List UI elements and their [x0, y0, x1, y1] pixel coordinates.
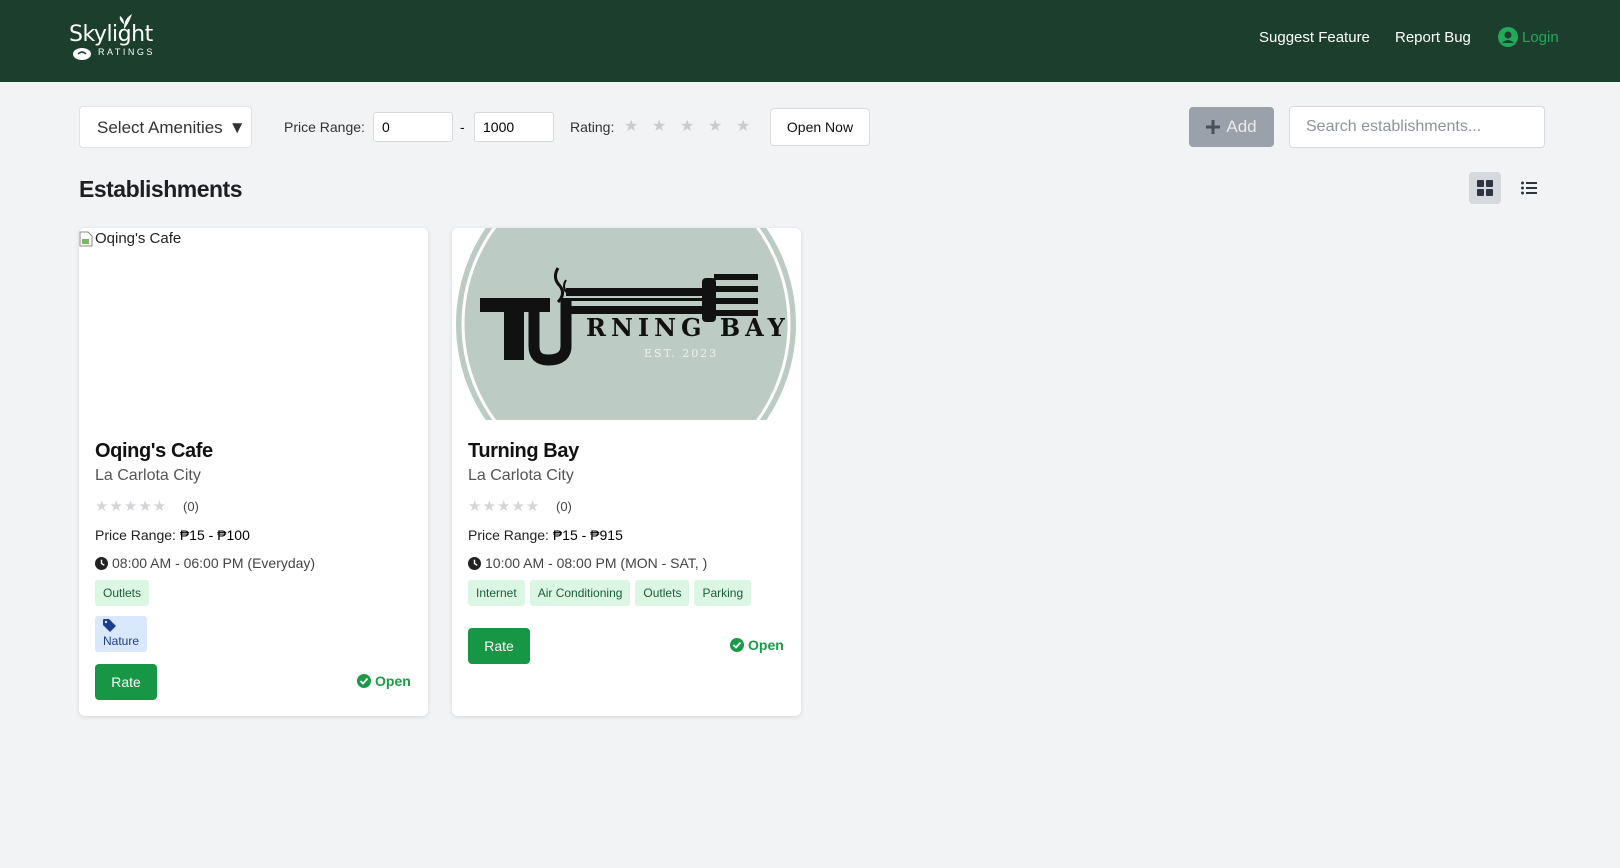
open-status: Open: [357, 673, 411, 689]
rating-stars: ★★★★★: [95, 498, 168, 515]
rating-star-5[interactable]: ★: [736, 116, 750, 136]
amenity-tag: Outlets: [95, 580, 150, 606]
rating-star-1[interactable]: ★: [624, 116, 638, 136]
hours-text: 10:00 AM - 08:00 PM (MON - SAT, ): [485, 555, 708, 571]
hours-text: 08:00 AM - 06:00 PM (Everyday): [112, 555, 316, 571]
establishment-city: La Carlota City: [468, 467, 574, 484]
triangle-down-icon: ▼: [228, 118, 246, 137]
top-navbar: Skylight RATINGS Suggest Feature Report …: [0, 0, 1620, 82]
grid-view-button[interactable]: [1469, 172, 1501, 204]
clock-icon: [95, 556, 108, 570]
rating-label: Rating:: [570, 119, 615, 135]
establishment-name[interactable]: Turning Bay: [468, 440, 579, 463]
tag-icon: [103, 619, 116, 632]
amenity-tag: Parking: [694, 580, 752, 606]
price-range-value: ₱15 - ₱915: [552, 527, 623, 543]
check-circle-icon: [357, 674, 371, 688]
price-range: Price Range: ₱15 - ₱915: [468, 527, 623, 543]
grid-view-icon: [1477, 180, 1493, 196]
price-separator: -: [460, 119, 465, 135]
login-link[interactable]: Login: [1498, 27, 1559, 47]
establishment-card[interactable]: Oqing's Cafe Oqing's Cafe La Carlota Cit…: [79, 228, 428, 716]
amenity-tags: Internet Air Conditioning Outlets Parkin…: [468, 580, 752, 606]
logo-est-text: EST. 2023: [644, 347, 718, 360]
list-view-icon: [1521, 181, 1537, 195]
search-input[interactable]: [1289, 106, 1545, 148]
amenity-tag: Internet: [468, 580, 525, 606]
add-label: Add: [1226, 117, 1257, 136]
login-label: Login: [1522, 28, 1559, 46]
rating-stars: ★★★★★: [468, 498, 541, 515]
opening-hours: 10:00 AM - 08:00 PM (MON - SAT, ): [468, 555, 707, 571]
establishment-card[interactable]: RNING BAY EST. 2023 Turning Bay La Carlo…: [452, 228, 801, 716]
rating-star-2[interactable]: ★: [652, 116, 666, 136]
opening-hours: 08:00 AM - 06:00 PM (Everyday): [95, 555, 315, 571]
rate-button[interactable]: Rate: [468, 628, 530, 664]
price-range: Price Range: ₱15 - ₱100: [95, 527, 250, 543]
price-max-input[interactable]: [474, 112, 554, 142]
review-count: (0): [183, 499, 199, 514]
broken-image-icon: [79, 231, 93, 246]
open-now-toggle[interactable]: Open Now: [770, 108, 870, 146]
price-range-label: Price Range:: [95, 527, 176, 543]
open-status-label: Open: [748, 637, 784, 653]
open-status: Open: [730, 637, 784, 653]
list-view-button[interactable]: [1513, 172, 1545, 204]
open-status-label: Open: [375, 673, 411, 689]
amenity-tag: Outlets: [635, 580, 690, 606]
skylight-ratings-logo[interactable]: Skylight RATINGS: [68, 12, 155, 64]
price-min-input[interactable]: [373, 112, 453, 142]
suggest-feature-link[interactable]: Suggest Feature: [1259, 29, 1370, 46]
logo-title: Skylight: [69, 22, 153, 47]
check-circle-icon: [730, 638, 744, 652]
rate-button[interactable]: Rate: [95, 664, 157, 700]
image-alt-text: Oqing's Cafe: [95, 230, 182, 247]
logo-subtitle: RATINGS: [98, 47, 155, 57]
coffee-cup-icon: [73, 48, 91, 60]
establishment-image: Oqing's Cafe: [79, 228, 428, 420]
logo-text: RNING BAY: [586, 313, 790, 342]
price-range-label: Price Range:: [284, 119, 365, 135]
establishment-city: La Carlota City: [95, 467, 201, 484]
plus-icon: [1206, 120, 1221, 134]
report-bug-link[interactable]: Report Bug: [1395, 29, 1471, 46]
select-amenities-label: Select Amenities: [97, 118, 223, 137]
turning-bay-logo: RNING BAY EST. 2023: [456, 228, 796, 494]
establishment-name[interactable]: Oqing's Cafe: [95, 440, 213, 463]
rating-star-4[interactable]: ★: [708, 116, 722, 136]
user-circle-icon: [1498, 27, 1518, 47]
amenity-tag: Air Conditioning: [529, 580, 631, 606]
add-button[interactable]: Add: [1189, 107, 1274, 147]
select-amenities-dropdown[interactable]: Select Amenities ▼: [79, 106, 252, 148]
price-range-value: ₱15 - ₱100: [179, 527, 250, 543]
amenity-tags: Outlets: [95, 580, 150, 606]
broken-image: Oqing's Cafe: [79, 230, 181, 247]
page-title: Establishments: [79, 176, 243, 202]
review-count: (0): [556, 499, 572, 514]
price-range-label: Price Range:: [468, 527, 549, 543]
rating-star-3[interactable]: ★: [680, 116, 694, 136]
clock-icon: [468, 556, 481, 570]
category-badge: Nature: [95, 616, 147, 652]
establishment-image: RNING BAY EST. 2023: [452, 228, 801, 494]
category-label: Nature: [103, 634, 140, 648]
